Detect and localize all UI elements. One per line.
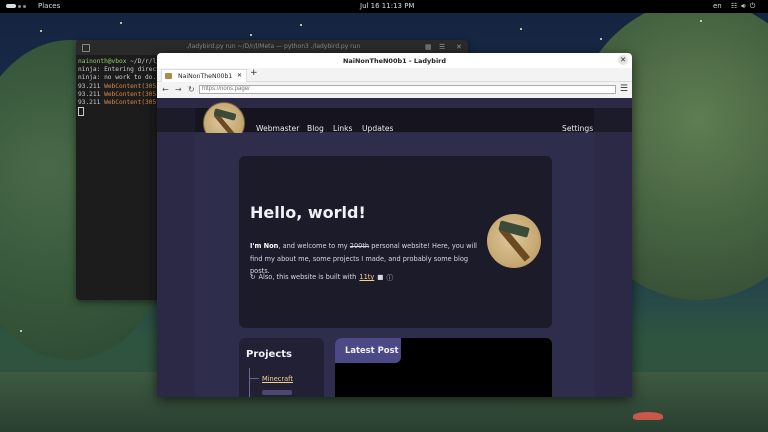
site-nav-bar [195, 108, 594, 132]
hamburger-menu-icon[interactable]: ☰ [620, 84, 628, 94]
favicon-icon [165, 73, 172, 79]
system-tray[interactable]: ☷ 🔊︎ ⏻ [731, 2, 755, 11]
workspace-dot [18, 4, 21, 8]
wallpaper-star [120, 22, 122, 24]
tab-label: NaiNonTheN00b1 [178, 73, 233, 80]
terminal-process-tag: WebContent(3051 [104, 99, 160, 107]
intro-name: I'm Non [250, 242, 279, 250]
built-with-text: Also, this website is built with [258, 273, 357, 281]
hero-card: Hello, world! I'm Non, and welcome to my… [239, 156, 552, 328]
terminal-process-tag: WebContent(3051 [104, 90, 160, 98]
nav-link-blog[interactable]: Blog [307, 124, 324, 133]
tab-bar: NaiNonTheN00b1 ✕ + [157, 68, 632, 82]
terminal-cursor [78, 107, 84, 117]
menu-icon[interactable]: ☰ [439, 43, 445, 51]
browser-titlebar[interactable]: NaiNonTheN00b1 - Ladybird ✕ [157, 53, 632, 68]
close-tab-icon[interactable]: ✕ [237, 72, 242, 79]
built-with-line: ↻ Also, this website is built with 11ty … [250, 272, 393, 282]
navigation-bar: ← → ↻ ☰ [157, 82, 632, 99]
tab-nainonthen00b1[interactable]: NaiNonTheN00b1 ✕ [161, 69, 247, 82]
wallpaper-mushroom [633, 412, 663, 420]
volume-icon: 🔊︎ [741, 2, 746, 10]
wallpaper-star [250, 34, 252, 36]
terminal-timestamp: 93.211 [78, 82, 101, 90]
places-menu[interactable]: Places [38, 2, 60, 10]
project-link-minecraft[interactable]: Minecraft [262, 375, 293, 383]
wallpaper-star [300, 24, 302, 26]
close-icon[interactable]: ✕ [456, 43, 462, 51]
clock[interactable]: Jul 16 11:13 PM [360, 2, 414, 10]
info-icon[interactable]: ⓘ [387, 272, 394, 282]
tree-branch [249, 378, 259, 379]
browser-window[interactable]: NaiNonTheN00b1 - Ladybird ✕ NaiNonTheN00… [157, 53, 632, 397]
latest-post-card[interactable]: Latest Post [335, 338, 552, 397]
wallpaper-star [700, 20, 702, 22]
power-icon: ⏻ [749, 2, 756, 10]
terminal-timestamp: 93.211 [78, 99, 101, 107]
reload-icon[interactable]: ↻ [188, 85, 195, 94]
terminal-process-tag: WebContent(3051 [104, 82, 160, 90]
input-language[interactable]: en [713, 2, 722, 10]
forward-icon[interactable]: → [175, 85, 182, 94]
nav-link-links[interactable]: Links [333, 124, 353, 133]
terminal-line: ninja: no work to do. [78, 74, 157, 82]
projects-card: Projects Minecraft [239, 338, 324, 397]
terminal-timestamp: 93.211 [78, 90, 101, 98]
back-icon[interactable]: ← [162, 85, 169, 94]
intro-strike: 200th [349, 242, 370, 250]
nav-link-updates[interactable]: Updates [362, 124, 393, 133]
hero-heading: Hello, world! [250, 203, 366, 222]
terminal-title: ./ladybird.py run ~/D/r/l/Meta — python3… [186, 43, 361, 50]
nav-link-webmaster[interactable]: Webmaster [256, 124, 299, 133]
nav-link-settings[interactable]: Settings [562, 124, 593, 133]
web-page: Webmaster Blog Links Updates Settings He… [157, 98, 632, 397]
terminal-prompt: nainonth@vbox [78, 58, 127, 65]
close-window-button[interactable]: ✕ [618, 55, 628, 65]
window-title: NaiNonTheN00b1 - Ladybird [342, 57, 447, 65]
grid-icon[interactable]: ▦ [425, 43, 432, 51]
wallpaper-star [20, 330, 22, 332]
new-tab-button[interactable]: + [250, 68, 258, 78]
new-tab-icon[interactable] [82, 44, 90, 52]
terminal-line: ninja: Entering direct [78, 66, 160, 74]
url-input[interactable] [199, 85, 616, 94]
workspace-dot [23, 4, 26, 8]
wallpaper-star [40, 30, 42, 32]
top-bar: Places Jul 16 11:13 PM en ☷ 🔊︎ ⏻ [0, 0, 768, 13]
workspace-active-indicator [6, 4, 16, 8]
activities-button[interactable] [6, 4, 26, 8]
wallpaper-star [520, 28, 522, 30]
refresh-icon: ↻ [250, 273, 256, 281]
latest-post-label: Latest Post [345, 345, 399, 355]
book-icon: ■ [377, 273, 384, 281]
intro-text: , and welcome to my [278, 242, 350, 250]
project-link-faded[interactable] [262, 390, 292, 395]
wallpaper-star [600, 38, 602, 40]
avatar [487, 214, 541, 268]
tree-line [249, 368, 250, 397]
projects-heading: Projects [246, 349, 293, 360]
eleventy-link[interactable]: 11ty [359, 273, 374, 281]
network-icon: ☷ [731, 2, 738, 10]
